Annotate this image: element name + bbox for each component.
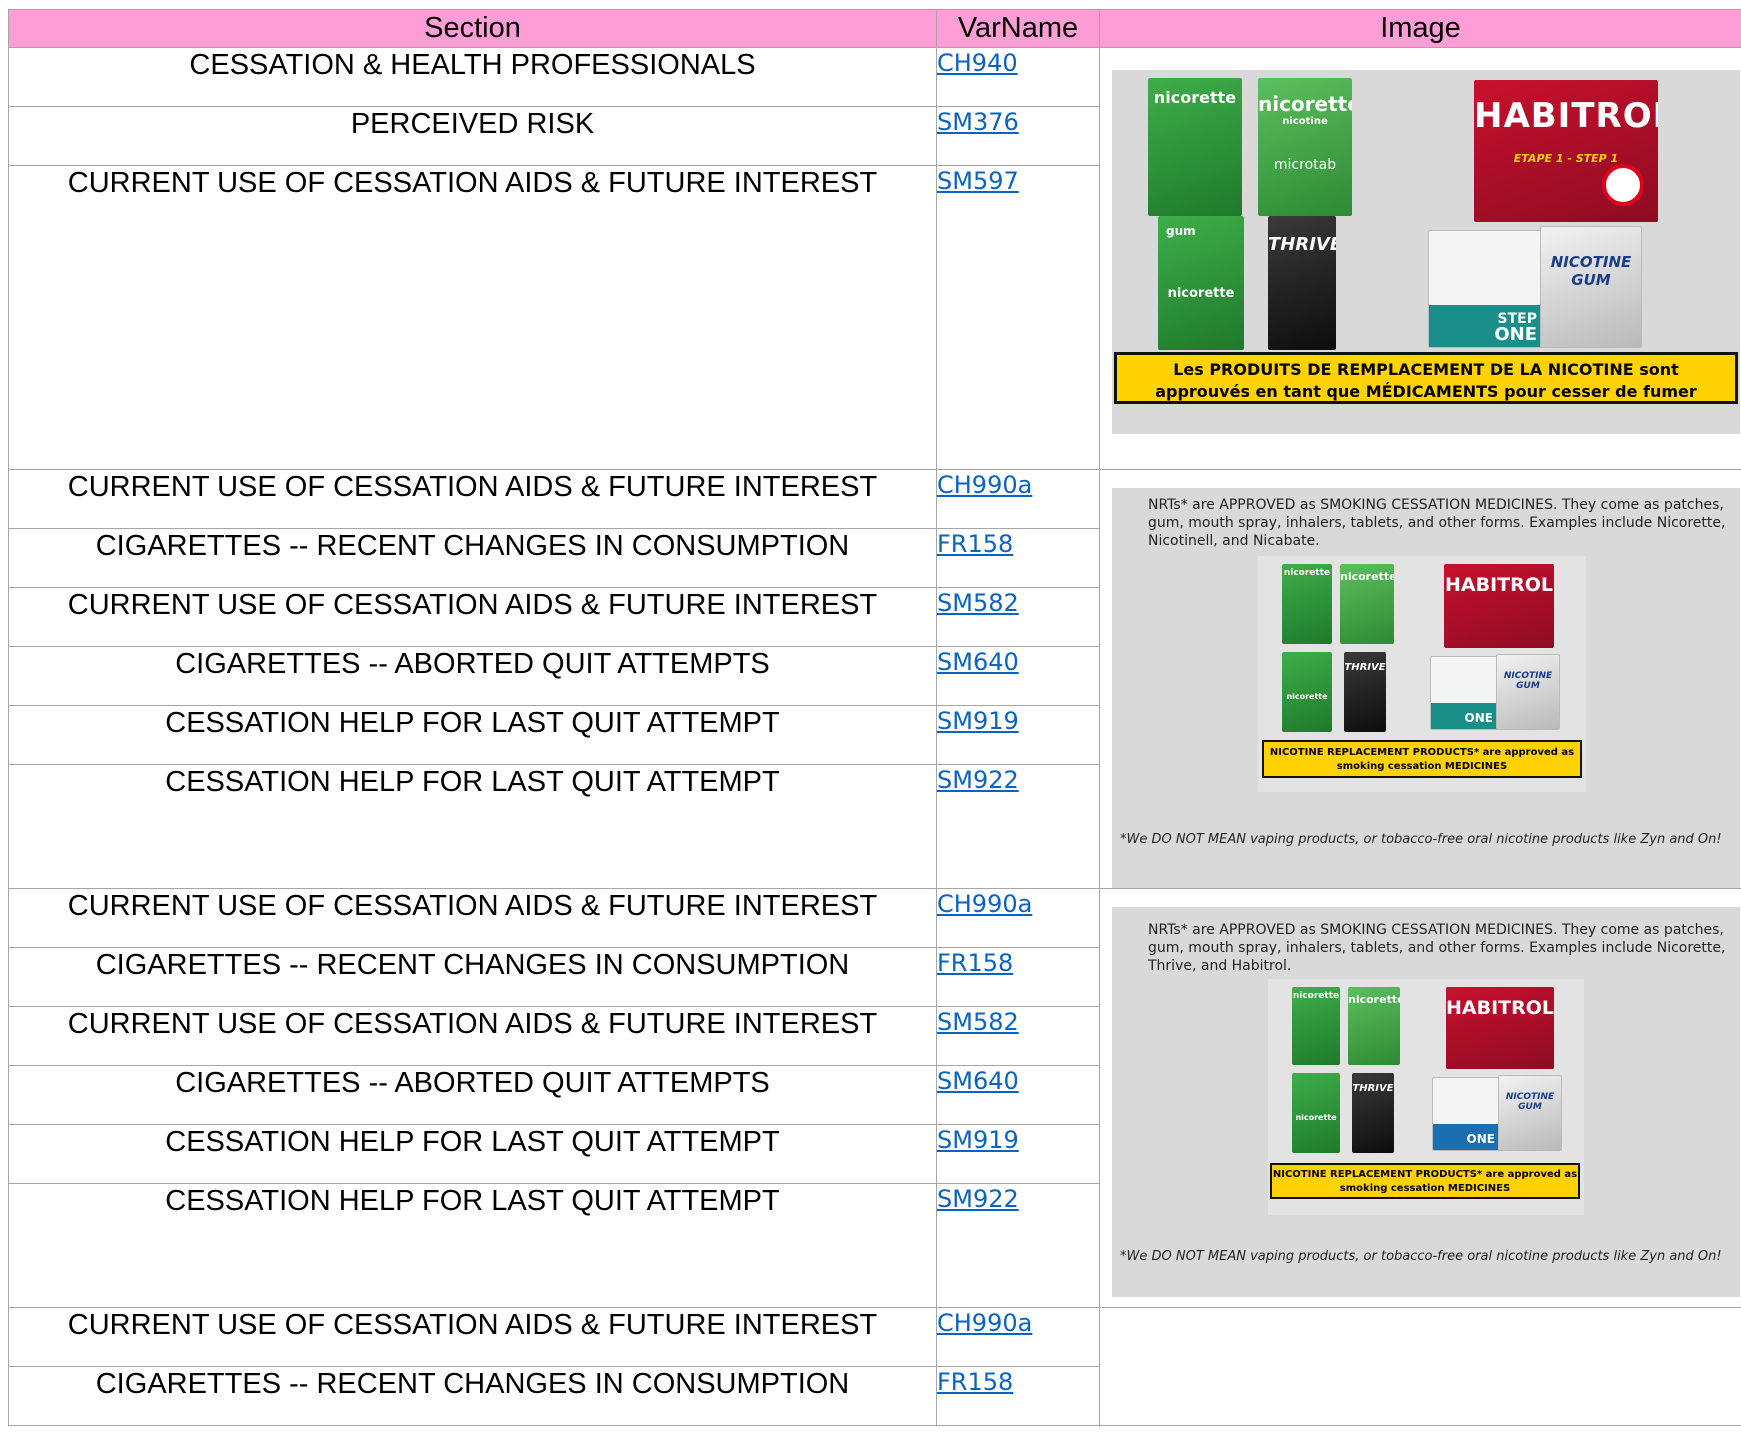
thrive-gum-box: THRIVE: [1352, 1073, 1394, 1153]
section-cell: CESSATION & HEALTH PROFESSIONALS: [8, 47, 937, 107]
varname-cell: SM922: [936, 1183, 1100, 1308]
section-cell: CIGARETTES -- RECENT CHANGES IN CONSUMPT…: [8, 528, 937, 588]
varname-link[interactable]: SM640: [937, 648, 1019, 676]
varname-cell: FR158: [936, 947, 1100, 1007]
nicorette-gum-box: gum nicorette: [1158, 216, 1244, 350]
nicotine-patch-box: ONE: [1432, 1077, 1502, 1151]
varname-cell: CH990a: [936, 469, 1100, 529]
section-cell: CESSATION HELP FOR LAST QUIT ATTEMPT: [8, 764, 937, 889]
varname-link[interactable]: CH990a: [937, 471, 1032, 499]
section-cell: CURRENT USE OF CESSATION AIDS & FUTURE I…: [8, 469, 937, 529]
image-cell-empty: [1099, 1307, 1741, 1426]
section-cell: CURRENT USE OF CESSATION AIDS & FUTURE I…: [8, 165, 937, 470]
thrive-gum-box: THRIVE: [1268, 216, 1336, 350]
varname-cell: FR158: [936, 1366, 1100, 1426]
nrt-product-collage: nicorette nicorette HABITROL nicorette T…: [1258, 556, 1586, 792]
thrive-gum-box: THRIVE: [1344, 652, 1386, 732]
table-row: CURRENT USE OF CESSATION AIDS & FUTURE I…: [8, 888, 1741, 1308]
header-row: Section VarName Image: [8, 9, 1741, 48]
varname-link[interactable]: SM922: [937, 766, 1019, 794]
varname-link[interactable]: FR158: [937, 530, 1013, 558]
section-cell: PERCEIVED RISK: [8, 106, 937, 166]
section-cell: CIGARETTES -- RECENT CHANGES IN CONSUMPT…: [8, 947, 937, 1007]
varname-link[interactable]: FR158: [937, 949, 1013, 977]
nicorette-microtab-box: nicorette: [1348, 987, 1400, 1065]
section-cell: CIGARETTES -- RECENT CHANGES IN CONSUMPT…: [8, 1366, 937, 1426]
section-cell: CURRENT USE OF CESSATION AIDS & FUTURE I…: [8, 888, 937, 948]
nicotine-gum-box: NICOTINE GUM: [1496, 654, 1560, 730]
nrt-intro-text: NRTs* are APPROVED as SMOKING CESSATION …: [1148, 922, 1726, 974]
nrt-intro-text: NRTs* are APPROVED as SMOKING CESSATION …: [1148, 497, 1726, 549]
nrt-banner: NICOTINE REPLACEMENT PRODUCTS* are appro…: [1262, 740, 1582, 778]
image-cell-french: nicorette nicorette nicotine microtab HA…: [1099, 47, 1741, 470]
nicorette-patch-box: nicorette: [1292, 987, 1340, 1065]
section-cell: CESSATION HELP FOR LAST QUIT ATTEMPT: [8, 1183, 937, 1308]
header-varname: VarName: [936, 9, 1100, 48]
varname-cell: SM582: [936, 1006, 1100, 1066]
varname-cell: SM597: [936, 165, 1100, 470]
section-cell: CIGARETTES -- ABORTED QUIT ATTEMPTS: [8, 1065, 937, 1125]
header-image: Image: [1099, 9, 1741, 48]
section-cell: CESSATION HELP FOR LAST QUIT ATTEMPT: [8, 705, 937, 765]
nrt-footnote: *We DO NOT MEAN vaping products, or toba…: [1120, 1249, 1722, 1264]
varname-cell: CH990a: [936, 1307, 1100, 1367]
nicotine-patch-box: STEP ONE: [1428, 230, 1546, 348]
nicorette-microtab-box: nicorette nicotine microtab: [1258, 78, 1352, 216]
varname-link[interactable]: SM919: [937, 1126, 1019, 1154]
varname-link[interactable]: CH940: [937, 49, 1018, 77]
habitrol-box: HABITROL ETAPE 1 - STEP 1: [1474, 80, 1658, 222]
nrt-footnote: *We DO NOT MEAN vaping products, or toba…: [1120, 832, 1722, 847]
nrt-products-image-french: nicorette nicorette nicotine microtab HA…: [1112, 70, 1740, 434]
varname-cell: CH990a: [936, 888, 1100, 948]
question-table: Section VarName Image CESSATION & HEALTH…: [8, 9, 1741, 1426]
varname-cell: SM640: [936, 646, 1100, 706]
section-cell: CURRENT USE OF CESSATION AIDS & FUTURE I…: [8, 587, 937, 647]
nicorette-microtab-box: nicorette: [1340, 564, 1394, 644]
nicorette-gum-box: nicorette: [1282, 652, 1332, 732]
varname-cell: SM919: [936, 1124, 1100, 1184]
varname-link[interactable]: SM640: [937, 1067, 1019, 1095]
varname-link[interactable]: SM919: [937, 707, 1019, 735]
varname-cell: FR158: [936, 528, 1100, 588]
varname-link[interactable]: SM582: [937, 589, 1019, 617]
varname-link[interactable]: SM922: [937, 1185, 1019, 1213]
varname-link[interactable]: CH990a: [937, 1309, 1032, 1337]
nrt-product-collage: nicorette nicorette HABITROL nicorette T…: [1268, 979, 1584, 1215]
nicotine-patch-box: ONE: [1430, 656, 1500, 730]
french-nrt-banner: Les PRODUITS DE REMPLACEMENT DE LA NICOT…: [1114, 352, 1738, 404]
nicotine-gum-box: NICOTINE GUM: [1498, 1075, 1562, 1151]
image-cell-english-1: NRTs* are APPROVED as SMOKING CESSATION …: [1099, 469, 1741, 889]
varname-cell: SM582: [936, 587, 1100, 647]
section-cell: CESSATION HELP FOR LAST QUIT ATTEMPT: [8, 1124, 937, 1184]
varname-cell: SM919: [936, 705, 1100, 765]
header-section: Section: [8, 9, 937, 48]
nrt-products-image-english-2: NRTs* are APPROVED as SMOKING CESSATION …: [1112, 907, 1740, 1297]
table-row: CURRENT USE OF CESSATION AIDS & FUTURE I…: [8, 469, 1741, 889]
varname-cell: CH940: [936, 47, 1100, 107]
nicorette-patch-box: nicorette: [1282, 564, 1332, 644]
varname-link[interactable]: SM582: [937, 1008, 1019, 1036]
habitrol-box: HABITROL: [1446, 987, 1554, 1069]
varname-cell: SM640: [936, 1065, 1100, 1125]
section-cell: CIGARETTES -- ABORTED QUIT ATTEMPTS: [8, 646, 937, 706]
varname-cell: SM376: [936, 106, 1100, 166]
varname-link[interactable]: SM597: [937, 167, 1019, 195]
section-cell: CURRENT USE OF CESSATION AIDS & FUTURE I…: [8, 1307, 937, 1367]
habitrol-box: HABITROL: [1444, 564, 1554, 648]
section-cell: CURRENT USE OF CESSATION AIDS & FUTURE I…: [8, 1006, 937, 1066]
table-row: CURRENT USE OF CESSATION AIDS & FUTURE I…: [8, 1307, 1741, 1426]
varname-link[interactable]: FR158: [937, 1368, 1013, 1396]
varname-link[interactable]: SM376: [937, 108, 1019, 136]
nrt-products-image-english-1: NRTs* are APPROVED as SMOKING CESSATION …: [1112, 488, 1740, 888]
nrt-banner: NICOTINE REPLACEMENT PRODUCTS* are appro…: [1270, 1163, 1580, 1199]
varname-cell: SM922: [936, 764, 1100, 889]
image-cell-english-2: NRTs* are APPROVED as SMOKING CESSATION …: [1099, 888, 1741, 1308]
nicotine-gum-box: NICOTINE GUM: [1540, 226, 1642, 348]
nicorette-patch-box: nicorette: [1148, 78, 1242, 216]
varname-link[interactable]: CH990a: [937, 890, 1032, 918]
nicorette-gum-box: nicorette: [1292, 1073, 1340, 1153]
table-row: CESSATION & HEALTH PROFESSIONALS CH940 n…: [8, 47, 1741, 470]
